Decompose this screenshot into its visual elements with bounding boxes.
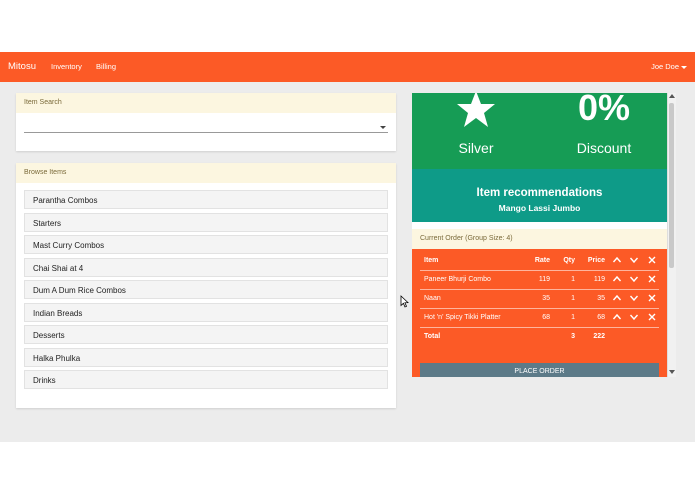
- loyalty-banner: Silver 0% Discount: [412, 93, 667, 169]
- order-item-rate: 119: [538, 276, 550, 283]
- order-row: Hot 'n' Spicy Tikki Platter 68 1 68: [420, 309, 659, 328]
- increase-qty-icon[interactable]: [612, 274, 622, 286]
- item-search-title: Item Search: [16, 93, 396, 113]
- discount-label: Discount: [576, 140, 632, 156]
- item-search-card: Item Search: [16, 93, 396, 151]
- order-row: Paneer Bhurji Combo 119 1 119: [420, 271, 659, 290]
- dropdown-caret-icon[interactable]: [380, 126, 386, 129]
- order-table: Item Rate Qty Price Paneer Bhurji Combo …: [412, 249, 667, 377]
- browse-item-dum-a-dum-rice[interactable]: Dum A Dum Rice Combos: [24, 280, 388, 299]
- increase-qty-icon[interactable]: [612, 312, 622, 324]
- browse-item-starters[interactable]: Starters: [24, 212, 388, 232]
- scroll-thumb[interactable]: [669, 103, 674, 268]
- nav-link-billing[interactable]: Billing: [96, 62, 116, 71]
- order-item-qty: 1: [571, 276, 575, 283]
- nav-link-inventory[interactable]: Inventory: [51, 62, 82, 71]
- order-item-qty: 1: [571, 314, 575, 321]
- column-qty: Qty: [563, 257, 575, 264]
- mouse-cursor-icon: [400, 295, 409, 308]
- decrease-qty-icon[interactable]: [629, 293, 639, 305]
- loyalty-tier: Silver: [458, 140, 494, 156]
- browse-items-title: Browse Items: [16, 163, 396, 183]
- top-navbar: Mitosu Inventory Billing Joe Doe: [0, 52, 695, 82]
- total-label: Total: [424, 333, 441, 340]
- order-item-rate: 35: [542, 295, 550, 302]
- total-qty: 3: [571, 333, 575, 340]
- order-item-rate: 68: [542, 314, 550, 321]
- discount-value: 0%: [577, 93, 631, 128]
- browse-item-drinks[interactable]: Drinks: [24, 370, 388, 389]
- scroll-up-arrow-icon[interactable]: [669, 94, 675, 98]
- order-item-price: 119: [593, 276, 605, 283]
- current-order-header: Current Order (Group Size: 4): [412, 229, 667, 249]
- order-item-name: Hot 'n' Spicy Tikki Platter: [424, 314, 501, 321]
- total-price: 222: [593, 333, 605, 340]
- user-menu[interactable]: Joe Doe: [651, 62, 687, 71]
- order-panel: Silver 0% Discount Item recommendations …: [412, 93, 667, 377]
- increase-qty-icon[interactable]: [612, 293, 622, 305]
- column-rate: Rate: [534, 257, 550, 264]
- sort-up-icon[interactable]: [612, 255, 622, 267]
- browse-item-chai-shai[interactable]: Chai Shai at 4: [24, 257, 388, 277]
- decrease-qty-icon[interactable]: [629, 312, 639, 324]
- order-item-price: 35: [597, 295, 605, 302]
- browse-item-parantha-combos[interactable]: Parantha Combos: [24, 190, 388, 209]
- remove-item-icon[interactable]: [647, 274, 657, 286]
- star-icon: [457, 93, 495, 127]
- order-row: Naan 35 1 35: [420, 290, 659, 309]
- place-order-button[interactable]: PLACE ORDER: [420, 363, 659, 377]
- browse-item-desserts[interactable]: Desserts: [24, 325, 388, 344]
- column-item: Item: [424, 257, 439, 264]
- user-name: Joe Doe: [651, 62, 679, 71]
- order-total-row: Total 3 222: [420, 328, 659, 346]
- browse-item-indian-breads[interactable]: Indian Breads: [24, 302, 388, 322]
- remove-item-icon[interactable]: [647, 293, 657, 305]
- brand-logo[interactable]: Mitosu: [8, 61, 36, 72]
- order-item-name: Paneer Bhurji Combo: [424, 276, 491, 283]
- order-item-qty: 1: [571, 295, 575, 302]
- sort-down-icon[interactable]: [629, 255, 639, 267]
- order-item-name: Naan: [424, 295, 441, 302]
- column-price: Price: [587, 257, 605, 264]
- order-item-price: 68: [597, 314, 605, 321]
- recommended-item[interactable]: Mango Lassi Jumbo: [412, 203, 667, 213]
- recommendations-title: Item recommendations: [476, 187, 603, 199]
- caret-down-icon: [681, 65, 687, 69]
- order-table-header: Item Rate Qty Price: [420, 252, 659, 271]
- browse-item-mast-curry-combos[interactable]: Mast Curry Combos: [24, 235, 388, 254]
- panel-scrollbar[interactable]: [667, 93, 676, 377]
- browse-item-halka-phulka[interactable]: Halka Phulka: [24, 347, 388, 367]
- item-search-input[interactable]: [24, 132, 388, 133]
- browse-items-list: Parantha Combos Starters Mast Curry Comb…: [24, 190, 388, 393]
- scroll-down-arrow-icon[interactable]: [669, 370, 675, 374]
- browse-items-card: Browse Items Parantha Combos Starters Ma…: [16, 163, 396, 408]
- decrease-qty-icon[interactable]: [629, 274, 639, 286]
- recommendations-banner: Item recommendations Mango Lassi Jumbo: [412, 169, 667, 222]
- remove-item-icon[interactable]: [647, 312, 657, 324]
- clear-all-icon[interactable]: [647, 255, 657, 267]
